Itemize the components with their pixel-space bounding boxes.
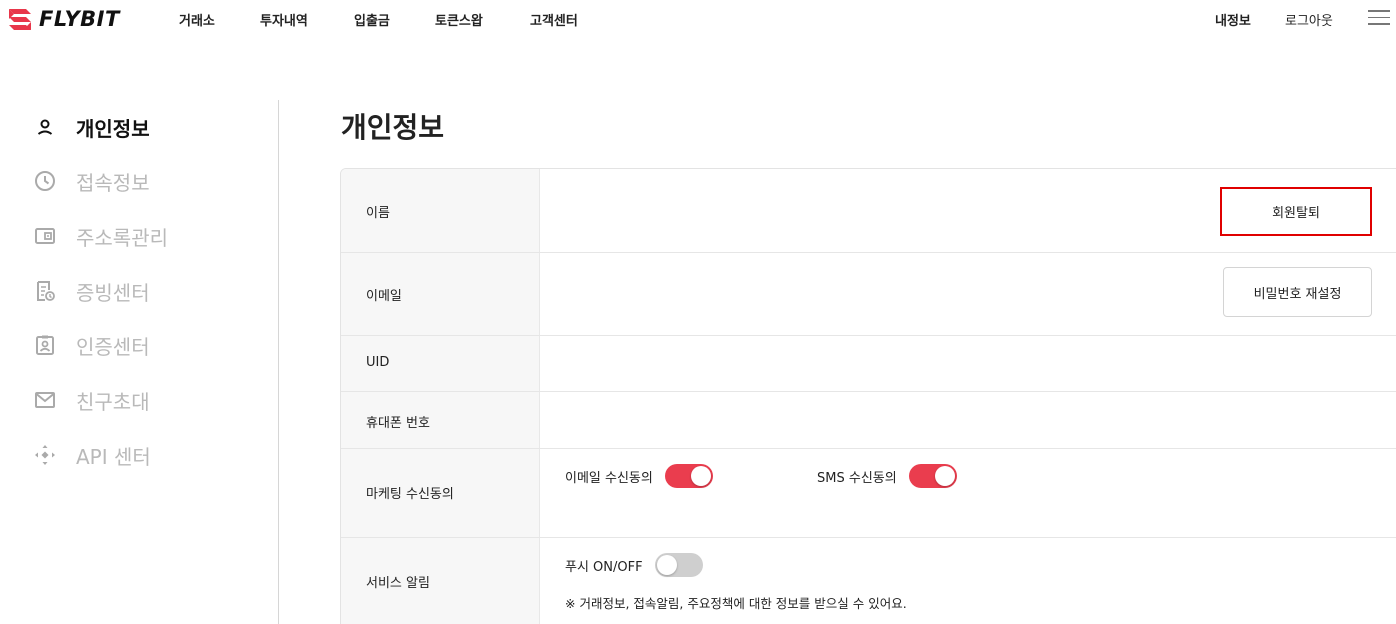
mail-icon (34, 389, 56, 411)
flybit-logo-icon (9, 9, 31, 30)
push-toggle[interactable] (654, 553, 703, 577)
row-divider (341, 335, 1396, 336)
name-label: 이름 (366, 206, 390, 221)
nav-item-token-swap[interactable]: 토큰스왑 (435, 10, 483, 29)
sidebar-item-label: API 센터 (76, 444, 151, 469)
row-divider (341, 537, 1396, 538)
api-icon (34, 444, 56, 466)
nav-item-deposit-withdraw[interactable]: 입출금 (354, 10, 390, 29)
sidebar-item-label: 주소록관리 (76, 225, 168, 250)
brand-name: FLYBIT (39, 7, 120, 31)
hamburger-icon[interactable] (1368, 10, 1390, 26)
sidebar: 개인정보 접속정보 주소록관리 증빙센터 인증센터 친구초대 API 센터 (0, 100, 279, 624)
my-info-link[interactable]: 내정보 (1215, 10, 1251, 29)
sms-consent-option: SMS 수신동의 (817, 464, 957, 488)
sidebar-item-label: 증빙센터 (76, 280, 150, 305)
page-title: 개인정보 (341, 111, 445, 144)
reset-password-button[interactable]: 비밀번호 재설정 (1223, 267, 1372, 317)
email-consent-label: 이메일 수신동의 (565, 470, 653, 486)
nav-item-support[interactable]: 고객센터 (530, 10, 578, 29)
clock-icon (34, 170, 56, 192)
sidebar-item-label: 접속정보 (76, 170, 150, 195)
row-divider (341, 391, 1396, 392)
phone-label: 휴대폰 번호 (366, 416, 430, 431)
sidebar-item-personal-info[interactable]: 개인정보 (34, 112, 150, 142)
id-badge-icon (34, 334, 56, 356)
sidebar-item-api-center[interactable]: API 센터 (34, 440, 151, 470)
nav-item-exchange[interactable]: 거래소 (179, 10, 215, 29)
withdraw-membership-button[interactable]: 회원탈퇴 (1220, 187, 1372, 236)
email-label: 이메일 (366, 289, 402, 304)
sidebar-item-label: 개인정보 (76, 116, 150, 141)
push-label: 푸시 ON/OFF (565, 559, 643, 575)
document-icon (34, 280, 56, 302)
marketing-consent-label: 마케팅 수신동의 (366, 487, 454, 502)
sidebar-item-label: 친구초대 (76, 389, 150, 414)
service-alert-label: 서비스 알림 (366, 576, 430, 591)
sidebar-item-address-book[interactable]: 주소록관리 (34, 221, 168, 251)
email-consent-option: 이메일 수신동의 (565, 464, 713, 488)
row-divider (341, 448, 1396, 449)
push-option: 푸시 ON/OFF (565, 553, 703, 577)
top-header: FLYBIT 거래소 투자내역 입출금 토큰스왑 고객센터 내정보 로그아웃 (0, 0, 1396, 40)
user-icon (34, 116, 56, 138)
sidebar-item-access-info[interactable]: 접속정보 (34, 166, 150, 196)
wallet-icon (34, 225, 56, 247)
personal-info-panel: 이름 이메일 UID 휴대폰 번호 마케팅 수신동의 서비스 알림 회원탈퇴 비… (340, 168, 1396, 624)
sms-consent-label: SMS 수신동의 (817, 470, 897, 486)
sidebar-item-label: 인증센터 (76, 334, 150, 359)
brand-logo[interactable]: FLYBIT (6, 6, 120, 32)
sidebar-item-proof-center[interactable]: 증빙센터 (34, 276, 150, 306)
service-alert-note: ※ 거래정보, 접속알림, 주요정책에 대한 정보를 받으실 수 있어요. (565, 596, 907, 611)
uid-label: UID (366, 355, 390, 370)
label-column (341, 169, 540, 624)
sidebar-item-auth-center[interactable]: 인증센터 (34, 330, 150, 360)
row-divider (341, 252, 1396, 253)
email-consent-toggle[interactable] (664, 464, 713, 488)
logout-link[interactable]: 로그아웃 (1285, 10, 1333, 29)
sms-consent-toggle[interactable] (908, 464, 957, 488)
nav-item-investments[interactable]: 투자내역 (260, 10, 308, 29)
sidebar-item-invite-friends[interactable]: 친구초대 (34, 385, 150, 415)
